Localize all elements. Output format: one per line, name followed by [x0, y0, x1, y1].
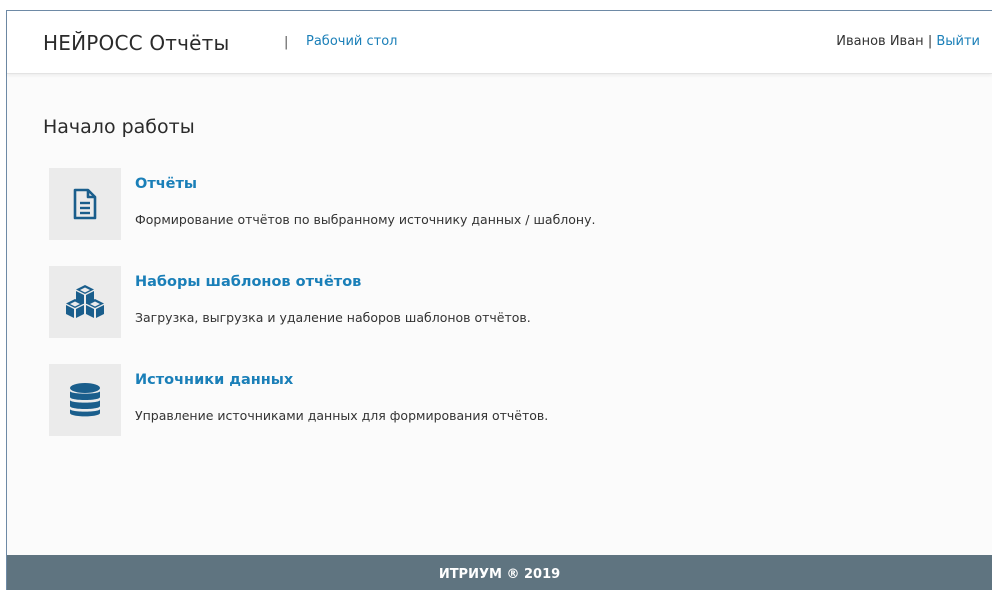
menu-item-template-sets: Наборы шаблонов отчётов Загрузка, выгруз… [49, 266, 949, 338]
reports-tile[interactable] [49, 168, 121, 240]
database-icon [70, 383, 100, 417]
template-sets-tile[interactable] [49, 266, 121, 338]
cubes-icon [66, 285, 104, 318]
reports-description: Формирование отчётов по выбранному источ… [135, 212, 596, 227]
reports-link[interactable]: Отчёты [135, 176, 197, 192]
data-sources-link[interactable]: Источники данных [135, 372, 293, 388]
user-name: Иванов Иван [836, 34, 924, 49]
data-sources-tile[interactable] [49, 364, 121, 436]
data-sources-description: Управление источниками данных для формир… [135, 408, 549, 423]
top-header: НЕЙРОСС Отчёты | Рабочий стол Иванов Ива… [7, 11, 992, 74]
app-brand: НЕЙРОСС Отчёты [43, 31, 230, 55]
footer-copyright: ИТРИУМ ® 2019 [438, 567, 561, 582]
header-separator: | [284, 35, 289, 50]
app-window: НЕЙРОСС Отчёты | Рабочий стол Иванов Ива… [6, 10, 992, 590]
logout-link[interactable]: Выйти [936, 34, 980, 49]
menu-item-data-sources: Источники данных Управление источниками … [49, 364, 949, 436]
template-sets-link[interactable]: Наборы шаблонов отчётов [135, 274, 361, 290]
footer: ИТРИУМ ® 2019 [7, 555, 992, 590]
document-icon [73, 188, 97, 220]
page-title: Начало работы [43, 116, 195, 138]
user-area: Иванов Иван | Выйти [836, 34, 980, 49]
template-sets-description: Загрузка, выгрузка и удаление наборов ша… [135, 310, 531, 325]
desktop-link[interactable]: Рабочий стол [306, 34, 397, 49]
user-separator: | [923, 34, 937, 49]
menu-item-reports: Отчёты Формирование отчётов по выбранном… [49, 168, 949, 240]
